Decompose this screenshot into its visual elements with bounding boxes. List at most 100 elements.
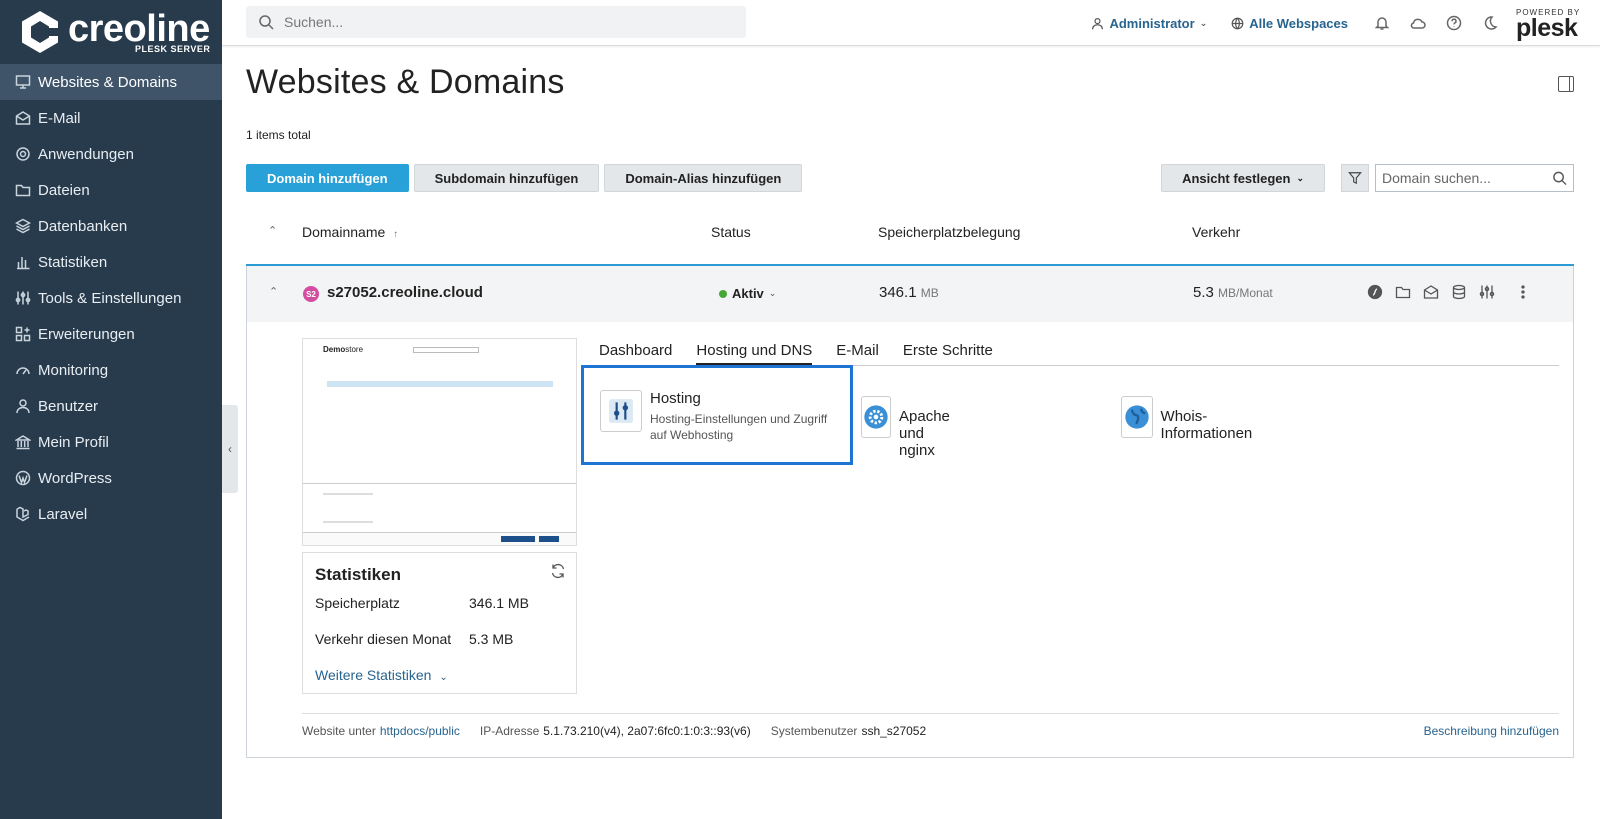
preview-logo: Demostore	[323, 345, 363, 354]
status-label: Aktiv	[732, 286, 764, 301]
cloud-icon[interactable]	[1408, 13, 1428, 33]
filter-icon[interactable]	[1341, 164, 1369, 192]
sidebar-collapse-handle[interactable]: ‹	[222, 405, 238, 493]
website-preview[interactable]: Demostore	[302, 338, 577, 546]
whois-text: Whois-Informationen	[1161, 408, 1263, 442]
moon-icon[interactable]	[1480, 13, 1500, 33]
add-subdomain-button[interactable]: Subdomain hinzufügen	[413, 164, 600, 192]
tab-getting-started[interactable]: Erste Schritte	[903, 342, 993, 365]
statistics-card: Statistiken Speicherplatz 346.1 MB Verke…	[302, 552, 577, 694]
sidebar-item-wordpress[interactable]: WordPress	[0, 460, 222, 496]
hosting-description: Hosting-Einstellungen und Zugriff auf We…	[650, 412, 828, 442]
column-domain-name[interactable]: Domainname ↑	[302, 224, 398, 240]
sidebar-item-label: Mein Profil	[38, 433, 109, 451]
domain-search-input[interactable]	[1382, 170, 1552, 186]
hosting-tile[interactable]: Hosting Hosting-Einstellungen und Zugrif…	[581, 365, 853, 465]
status-badge[interactable]: Aktiv ⌄	[719, 286, 776, 301]
sidebar-item-statistics[interactable]: Statistiken	[0, 244, 222, 280]
sidebar-item-email[interactable]: E-Mail	[0, 100, 222, 136]
collapse-row-icon[interactable]: ⌃	[269, 285, 278, 298]
add-domain-button[interactable]: Domain hinzufügen	[246, 164, 409, 192]
tab-dashboard[interactable]: Dashboard	[599, 342, 672, 365]
sort-asc-icon: ↑	[393, 229, 399, 240]
user-icon	[14, 397, 32, 415]
sidebar-item-apps[interactable]: Anwendungen	[0, 136, 222, 172]
column-status[interactable]: Status	[711, 224, 751, 240]
domain-name-link[interactable]: s27052.creoline.cloud	[327, 284, 483, 301]
toolbar: Domain hinzufügen Subdomain hinzufügen D…	[246, 164, 1574, 192]
traffic-value: 5.3 MB/Monat	[1193, 284, 1273, 301]
apache-text: Apache und nginx	[899, 408, 962, 459]
sidebar-item-label: Laravel	[38, 505, 88, 523]
sidebar-item-websites-domains[interactable]: Websites & Domains	[0, 64, 222, 100]
sidebar-item-users[interactable]: Benutzer	[0, 388, 222, 424]
folder-icon[interactable]	[1389, 284, 1417, 300]
sidebar-item-files[interactable]: Dateien	[0, 172, 222, 208]
user-menu[interactable]: Administrator ⌄	[1091, 16, 1207, 31]
sidebar-item-label: Tools & Einstellungen	[38, 289, 182, 307]
preview-bottom-bar	[303, 532, 576, 545]
column-storage[interactable]: Speicherplatzbelegung	[878, 224, 1020, 240]
hosting-sliders-icon	[600, 390, 642, 432]
webspaces-label: Alle Webspaces	[1249, 15, 1348, 31]
more-vertical-icon[interactable]	[1509, 284, 1537, 300]
tab-email[interactable]: E-Mail	[836, 342, 879, 365]
sidebar-item-monitoring[interactable]: Monitoring	[0, 352, 222, 388]
help-icon[interactable]	[1444, 13, 1464, 33]
gauge-icon	[14, 361, 32, 379]
search-icon[interactable]	[1552, 170, 1567, 186]
sidebar-item-tools-settings[interactable]: Tools & Einstellungen	[0, 280, 222, 316]
preview-search	[413, 347, 479, 353]
preview-button	[501, 536, 535, 542]
sidebar-item-label: Websites & Domains	[38, 73, 177, 91]
settings-sliders-icon[interactable]	[1473, 284, 1501, 300]
add-alias-button[interactable]: Domain-Alias hinzufügen	[604, 164, 803, 192]
sidebar-item-databases[interactable]: Datenbanken	[0, 208, 222, 244]
sidebar-item-label: WordPress	[38, 469, 112, 487]
notifications-icon[interactable]	[1372, 13, 1392, 33]
sidebar: creoline PLESK SERVER Websites & Domains…	[0, 0, 222, 819]
domain-search	[1375, 164, 1574, 192]
stat-value: 346.1 MB	[469, 595, 529, 611]
web-server-gear-icon	[861, 396, 891, 438]
website-path-link[interactable]: httpdocs/public	[380, 724, 460, 738]
symfony-icon[interactable]	[1361, 284, 1389, 300]
collapse-all-icon[interactable]: ⌃	[268, 224, 277, 237]
envelope-icon	[14, 109, 32, 127]
whois-tile[interactable]: Whois-Informationen	[1121, 396, 1263, 442]
sliders-icon	[14, 289, 32, 307]
sidebar-item-label: Erweiterungen	[38, 325, 135, 343]
refresh-icon[interactable]	[550, 563, 566, 579]
column-traffic[interactable]: Verkehr	[1192, 224, 1240, 240]
sidebar-item-laravel[interactable]: Laravel	[0, 496, 222, 532]
storage-value: 346.1 MB	[879, 284, 939, 301]
apache-nginx-tile[interactable]: Apache und nginx	[861, 396, 962, 459]
brand-logo[interactable]: creoline PLESK SERVER	[0, 0, 222, 64]
sysuser-label: Systembenutzer	[770, 724, 858, 738]
page-title: Websites & Domains	[246, 63, 565, 101]
sidebar-item-profile[interactable]: Mein Profil	[0, 424, 222, 460]
hosting-text: Hosting Hosting-Einstellungen und Zugrif…	[650, 390, 845, 443]
apache-title: Apache und nginx	[899, 408, 950, 459]
view-settings-button[interactable]: Ansicht festlegen ⌄	[1161, 164, 1325, 192]
search-input[interactable]	[284, 14, 714, 30]
preview-banner	[327, 381, 553, 387]
hosting-title: Hosting	[650, 390, 701, 407]
ip-value: 5.1.73.210(v4), 2a07:6fc0:1:0:3::93(v6)	[543, 724, 751, 738]
creoline-hex-icon	[22, 11, 60, 53]
sidebar-item-extensions[interactable]: Erweiterungen	[0, 316, 222, 352]
stat-storage: Speicherplatz 346.1 MB	[315, 595, 564, 631]
global-search	[246, 6, 746, 38]
more-statistics-link[interactable]: Weitere Statistiken ⌄	[315, 667, 448, 683]
webspaces-menu[interactable]: Alle Webspaces	[1231, 16, 1348, 31]
database-icon[interactable]	[1445, 284, 1473, 300]
add-description-link[interactable]: Beschreibung hinzufügen	[1424, 724, 1559, 738]
panel-toggle-icon[interactable]	[1558, 76, 1574, 92]
tab-hosting-dns[interactable]: Hosting und DNS	[696, 342, 813, 365]
status-dot	[719, 289, 727, 298]
sysuser-value: ssh_s27052	[861, 724, 927, 738]
mail-icon[interactable]	[1417, 284, 1445, 300]
grid-icon	[14, 325, 32, 343]
chevron-down-icon: ⌄	[768, 288, 777, 298]
chevron-down-icon: ⌄	[1296, 172, 1304, 183]
